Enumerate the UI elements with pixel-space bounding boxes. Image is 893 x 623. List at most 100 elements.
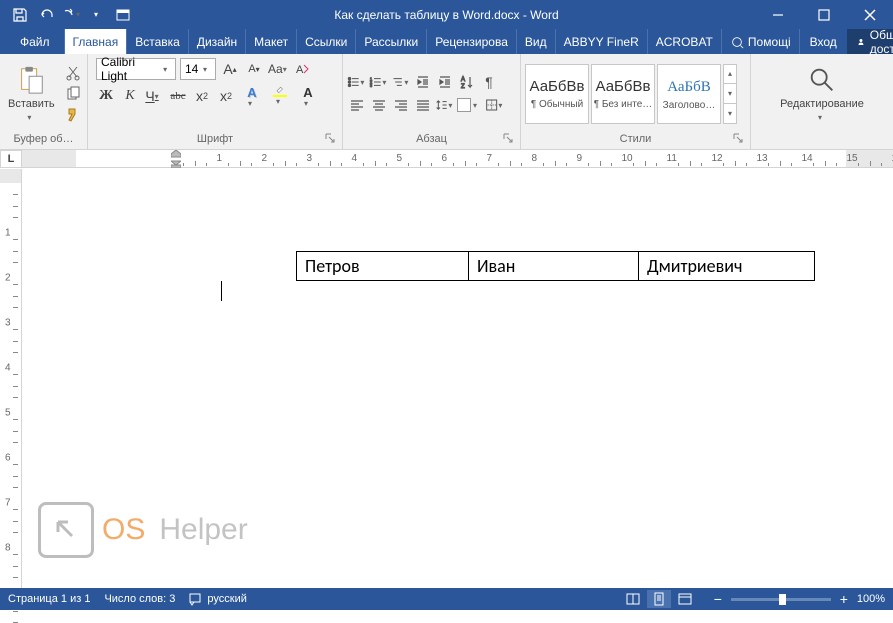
view-print-layout[interactable] bbox=[647, 590, 671, 608]
close-button[interactable] bbox=[847, 0, 893, 29]
tab-layout[interactable]: Макет bbox=[246, 29, 297, 54]
style-no-spacing[interactable]: АаБбВв¶ Без инте… bbox=[591, 64, 655, 124]
status-language[interactable]: русский bbox=[189, 592, 246, 606]
style-normal[interactable]: АаБбВв¶ Обычный bbox=[525, 64, 589, 124]
svg-text:A: A bbox=[461, 77, 465, 83]
tell-me[interactable]: Помощі bbox=[722, 29, 800, 54]
tab-review[interactable]: Рецензирова bbox=[427, 29, 517, 54]
paste-button[interactable]: Вставить▾ bbox=[4, 62, 59, 126]
table-cell[interactable]: Петров bbox=[297, 252, 469, 281]
copy-button[interactable] bbox=[63, 85, 83, 103]
underline-button[interactable]: Ч▾ bbox=[144, 86, 164, 106]
numbering-button[interactable]: 123▾ bbox=[369, 72, 389, 92]
shrink-font-button[interactable]: A▾ bbox=[244, 59, 264, 79]
grow-font-button[interactable]: A▴ bbox=[220, 59, 240, 79]
zoom-in-button[interactable]: + bbox=[837, 591, 851, 607]
redo-icon[interactable]: ▾ bbox=[60, 3, 84, 27]
share-button[interactable]: Общий доступ bbox=[847, 29, 893, 54]
font-name-value: Calibri Light bbox=[101, 55, 163, 83]
tab-insert[interactable]: Вставка bbox=[127, 29, 189, 54]
save-icon[interactable] bbox=[8, 3, 32, 27]
align-justify-button[interactable] bbox=[413, 95, 433, 115]
qat-customize-icon[interactable]: ▾ bbox=[86, 3, 110, 27]
table-row: Петров Иван Дмитриевич bbox=[297, 252, 815, 281]
format-painter-button[interactable] bbox=[63, 106, 83, 124]
text-cursor bbox=[221, 281, 222, 301]
undo-icon[interactable] bbox=[34, 3, 58, 27]
table-cell[interactable]: Дмитриевич bbox=[639, 252, 815, 281]
styles-gallery-nav[interactable]: ▴▾▾ bbox=[723, 64, 737, 124]
tab-home[interactable]: Главная bbox=[65, 29, 128, 54]
tab-selector[interactable]: L bbox=[0, 150, 22, 168]
font-size-combo[interactable]: 14▾ bbox=[180, 58, 216, 80]
minimize-button[interactable] bbox=[755, 0, 801, 29]
bold-button[interactable]: Ж bbox=[96, 86, 116, 106]
share-label: Общий доступ bbox=[870, 28, 893, 56]
font-color-button[interactable]: A▾ bbox=[296, 86, 320, 106]
subscript-button[interactable]: x2 bbox=[192, 86, 212, 106]
vertical-ruler[interactable]: 123456789 bbox=[0, 169, 22, 588]
editing-label: Редактирование bbox=[780, 98, 864, 111]
login-button[interactable]: Вход bbox=[800, 29, 847, 54]
paste-icon bbox=[15, 64, 47, 96]
shading-button[interactable]: ▾ bbox=[457, 95, 483, 115]
paste-label: Вставить bbox=[8, 98, 55, 111]
line-spacing-button[interactable]: ▾ bbox=[435, 95, 455, 115]
tab-abbyy[interactable]: ABBYY FineR bbox=[556, 29, 648, 54]
paragraph-launcher[interactable] bbox=[502, 133, 514, 145]
align-center-button[interactable] bbox=[369, 95, 389, 115]
tab-mailings[interactable]: Рассылки bbox=[356, 29, 427, 54]
styles-launcher[interactable] bbox=[732, 133, 744, 145]
bullets-button[interactable]: ▾ bbox=[347, 72, 367, 92]
status-page[interactable]: Страница 1 из 1 bbox=[8, 593, 90, 605]
zoom-level[interactable]: 100% bbox=[857, 593, 885, 605]
watermark-logo: OSHelper bbox=[38, 502, 248, 558]
multilevel-button[interactable]: ▾ bbox=[391, 72, 411, 92]
font-group-label: Шрифт bbox=[197, 133, 233, 145]
tab-design[interactable]: Дизайн bbox=[189, 29, 246, 54]
status-words[interactable]: Число слов: 3 bbox=[104, 593, 175, 605]
align-left-button[interactable] bbox=[347, 95, 367, 115]
ribbon-display-options[interactable] bbox=[110, 0, 136, 29]
tab-references[interactable]: Ссылки bbox=[297, 29, 356, 54]
text-effects-button[interactable]: A▾ bbox=[240, 86, 264, 106]
maximize-button[interactable] bbox=[801, 0, 847, 29]
svg-text:A: A bbox=[296, 64, 304, 76]
svg-text:3: 3 bbox=[370, 83, 373, 88]
superscript-button[interactable]: x2 bbox=[216, 86, 236, 106]
sort-button[interactable]: AZ bbox=[457, 72, 477, 92]
horizontal-ruler[interactable]: 1234567891011121314151617 bbox=[22, 150, 893, 168]
align-right-button[interactable] bbox=[391, 95, 411, 115]
style-heading1[interactable]: АаБбВЗаголово… bbox=[657, 64, 721, 124]
clear-formatting-button[interactable]: A bbox=[292, 59, 312, 79]
highlight-button[interactable]: ▾ bbox=[268, 86, 292, 106]
show-marks-button[interactable]: ¶ bbox=[479, 72, 499, 92]
strike-button[interactable]: abc bbox=[168, 86, 188, 106]
font-name-combo[interactable]: Calibri Light▾ bbox=[96, 58, 176, 80]
borders-button[interactable]: ▾ bbox=[485, 95, 505, 115]
svg-text:Z: Z bbox=[461, 84, 465, 90]
font-launcher[interactable] bbox=[324, 133, 336, 145]
view-read-mode[interactable] bbox=[621, 590, 645, 608]
change-case-button[interactable]: Aa▾ bbox=[268, 59, 288, 79]
tab-acrobat[interactable]: ACROBAT bbox=[648, 29, 722, 54]
zoom-out-button[interactable]: − bbox=[711, 591, 725, 607]
indent-increase-button[interactable] bbox=[435, 72, 455, 92]
paragraph-group-label: Абзац bbox=[416, 133, 447, 145]
view-web-layout[interactable] bbox=[673, 590, 697, 608]
document-title: Как сделать таблицу в Word.docx - Word bbox=[334, 8, 558, 22]
find-icon bbox=[806, 64, 838, 96]
document-table[interactable]: Петров Иван Дмитриевич bbox=[296, 251, 815, 281]
zoom-slider[interactable] bbox=[731, 598, 831, 601]
tell-me-label: Помощі bbox=[748, 35, 791, 49]
tab-view[interactable]: Вид bbox=[517, 29, 556, 54]
indent-decrease-button[interactable] bbox=[413, 72, 433, 92]
styles-group-label: Стили bbox=[620, 133, 652, 145]
editing-button[interactable]: Редактирование▾ bbox=[776, 62, 868, 126]
document-area[interactable]: Петров Иван Дмитриевич OSHelper bbox=[22, 169, 893, 588]
font-size-value: 14 bbox=[185, 62, 198, 76]
table-cell[interactable]: Иван bbox=[469, 252, 639, 281]
italic-button[interactable]: К bbox=[120, 86, 140, 106]
cut-button[interactable] bbox=[63, 64, 83, 82]
tab-file[interactable]: Файл bbox=[6, 29, 65, 54]
